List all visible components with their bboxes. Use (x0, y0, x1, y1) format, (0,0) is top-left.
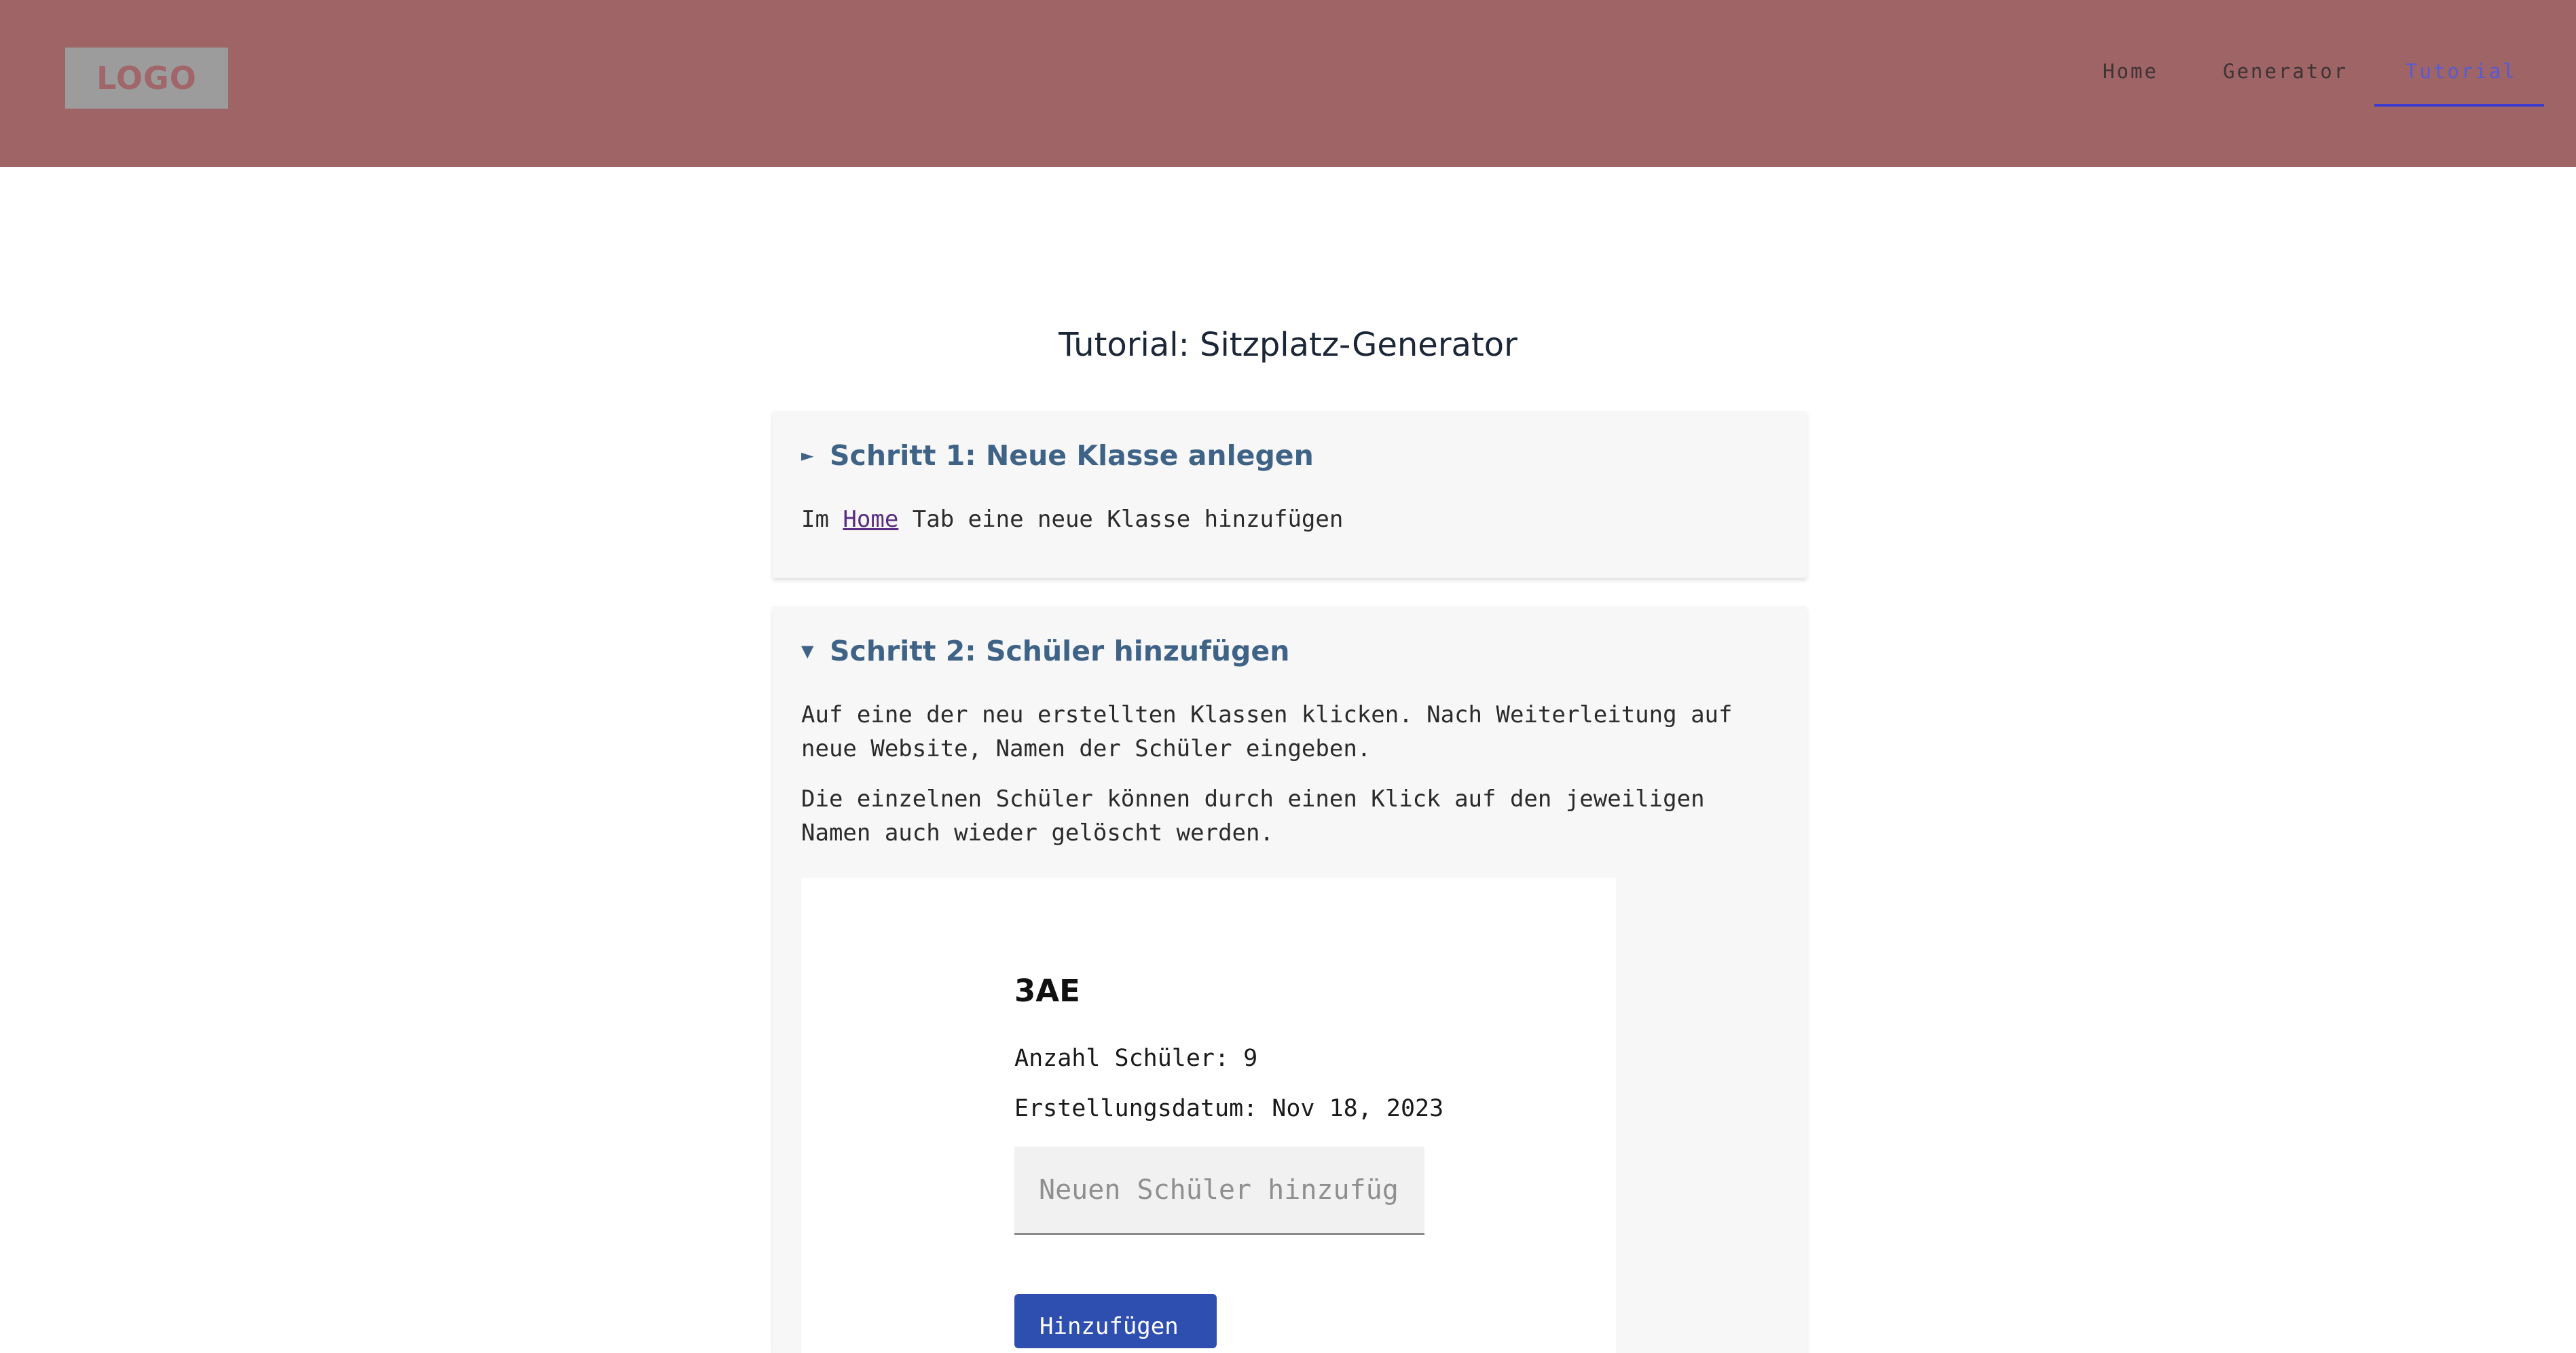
page-title: Tutorial: Sitzplatz-Generator (1059, 326, 1517, 364)
creation-date: Erstellungsdatum: Nov 18, 2023 (1014, 1095, 1444, 1122)
logo[interactable]: LOGO (65, 48, 228, 109)
nav-home[interactable]: Home (2103, 60, 2158, 83)
step-2-header[interactable]: ▼ Schritt 2: Schüler hinzufügen (801, 635, 1289, 667)
step-1-text: Im Home Tab eine neue Klasse hinzufügen (801, 502, 1786, 536)
nav-tutorial[interactable]: Tutorial (2406, 60, 2517, 83)
nav-generator[interactable]: Generator (2223, 60, 2348, 83)
home-link[interactable]: Home (843, 506, 898, 533)
student-count: Anzahl Schüler: 9 (1014, 1045, 1258, 1072)
step-2-paragraph-2: Die einzelnen Schüler können durch einen… (801, 785, 1705, 847)
class-preview-screenshot: 3AE Anzahl Schüler: 9 Erstellungsdatum: … (801, 878, 1616, 1353)
expanded-triangle-icon: ▼ (801, 642, 814, 661)
step-2-paragraph-1: Auf eine der neu erstellten Klassen klic… (801, 701, 1733, 762)
step-1-title: Schritt 1: Neue Klasse anlegen (830, 439, 1314, 472)
step-1-header[interactable]: ► Schritt 1: Neue Klasse anlegen (801, 439, 1314, 472)
active-nav-indicator (2374, 104, 2544, 107)
step-2-title: Schritt 2: Schüler hinzufügen (830, 635, 1290, 667)
add-student-button[interactable]: Hinzufügen (1014, 1294, 1217, 1348)
class-name: 3AE (1014, 973, 1080, 1009)
step-2-card: ▼ Schritt 2: Schüler hinzufügen Auf eine … (773, 606, 1807, 1353)
step-1-text-before: Im (801, 506, 843, 533)
collapsed-triangle-icon: ► (801, 446, 814, 465)
step-1-text-after: Tab eine neue Klasse hinzufügen (898, 506, 1344, 533)
site-header: LOGO Home Generator Tutorial (0, 0, 2576, 167)
new-student-input[interactable] (1014, 1147, 1424, 1235)
step-1-card: ► Schritt 1: Neue Klasse anlegen Im Home … (773, 411, 1807, 578)
